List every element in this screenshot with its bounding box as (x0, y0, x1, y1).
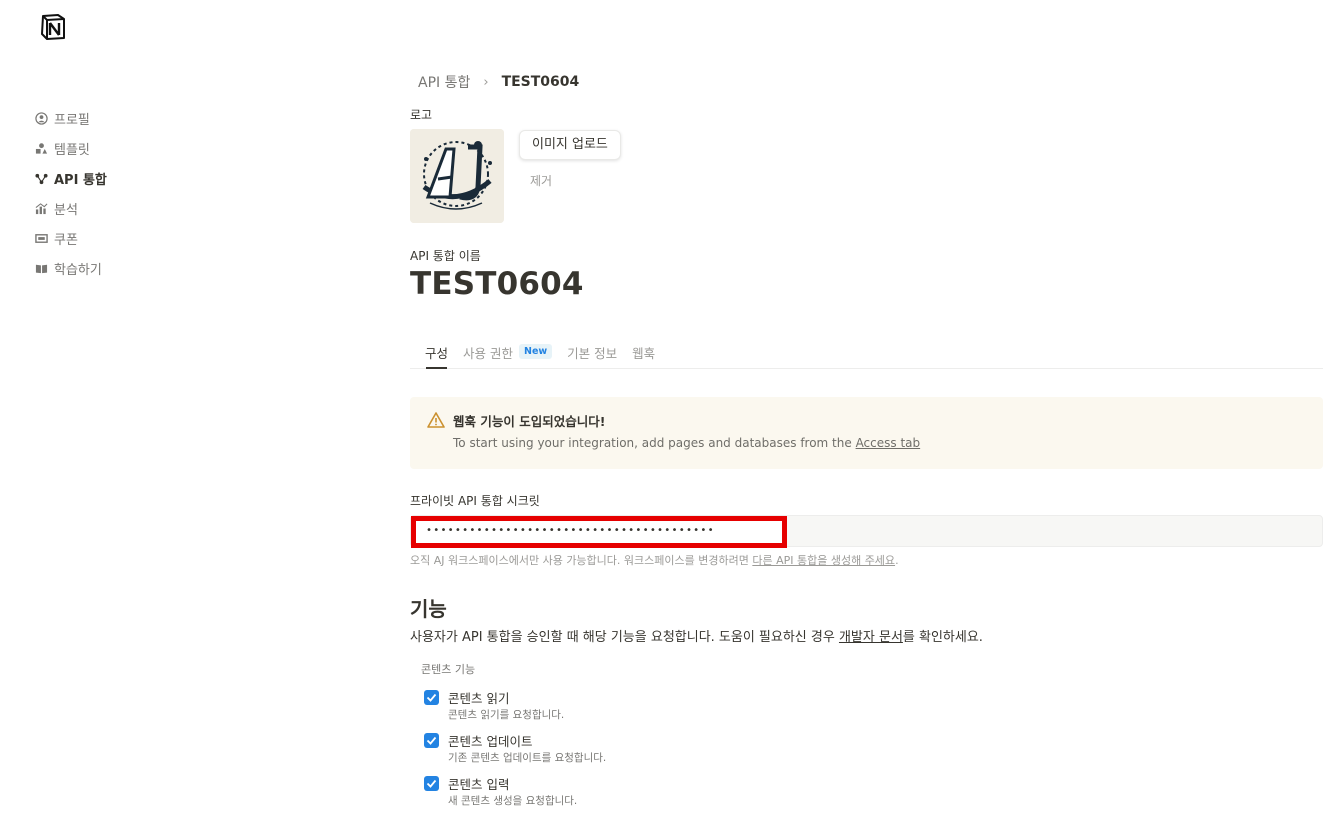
integration-name-label: API 통합 이름 (410, 249, 481, 263)
upload-image-button[interactable]: 이미지 업로드 (519, 130, 621, 160)
content-capabilities-label: 콘텐츠 기능 (421, 663, 476, 676)
tab-label: 구성 (425, 346, 449, 361)
developer-docs-link[interactable]: 개발자 문서 (839, 630, 903, 645)
tab-bar: 구성 사용 권한 New 기본 정보 웹훅 (410, 338, 1323, 369)
new-badge: New (519, 344, 553, 359)
capability-desc: 기존 콘텐츠 업데이트를 요청합니다. (448, 752, 607, 764)
capability-title: 콘텐츠 입력 (448, 777, 510, 792)
tab-label: 사용 권한 (463, 346, 513, 361)
secret-masked-value: •••••••••••••••••••••••••••••••••••••••• (426, 525, 715, 536)
sidebar-item-label: 쿠폰 (54, 232, 78, 248)
tab-configuration[interactable]: 구성 (418, 338, 455, 369)
secret-field[interactable]: •••••••••••••••••••••••••••••••••••••••• (410, 515, 1323, 548)
integration-icon (33, 170, 49, 186)
warning-icon (427, 411, 445, 429)
checkbox-insert-content[interactable] (424, 776, 439, 791)
alert-body-text: To start using your integration, add pag… (453, 436, 856, 450)
sidebar-item-profile[interactable]: 프로필 (33, 103, 233, 133)
secret-label: 프라이빗 API 통합 시크릿 (410, 494, 540, 508)
capability-desc: 새 콘텐츠 생성을 요청합니다. (448, 795, 578, 807)
remove-image-button[interactable]: 제거 (530, 172, 552, 189)
access-tab-link[interactable]: Access tab (856, 436, 921, 450)
alert-title: 웹훅 기능이 도입되었습니다! (453, 414, 606, 429)
capability-title: 콘텐츠 업데이트 (448, 734, 533, 749)
notion-logo[interactable] (40, 13, 66, 40)
breadcrumb: API 통합 › TEST0604 (418, 72, 579, 92)
sidebar-item-label: 프로필 (54, 112, 90, 128)
checkbox-read-content[interactable] (424, 690, 439, 705)
checkbox-update-content[interactable] (424, 733, 439, 748)
redaction-box: •••••••••••••••••••••••••••••••••••••••• (411, 516, 787, 548)
sidebar-item-label: API 통합 (54, 172, 107, 188)
chevron-right-icon: › (483, 74, 489, 90)
features-desc-suffix: 를 확인하세요. (902, 630, 983, 645)
features-desc-text: 사용자가 API 통합을 승인할 때 해당 기능을 요청합니다. 도움이 필요하… (410, 630, 839, 645)
secret-note-text: 오직 AJ 워크스페이스에서만 사용 가능합니다. 워크스페이스를 변경하려면 (410, 554, 753, 567)
sidebar-item-integrations[interactable]: API 통합 (33, 163, 233, 193)
breadcrumb-current: TEST0604 (501, 74, 580, 90)
features-description: 사용자가 API 통합을 승인할 때 해당 기능을 요청합니다. 도움이 필요하… (410, 626, 983, 645)
tab-access[interactable]: 사용 권한 New (456, 338, 559, 368)
sidebar-item-label: 학습하기 (54, 262, 102, 278)
sidebar-item-label: 템플릿 (54, 142, 90, 158)
sidebar-item-learn[interactable]: 학습하기 (33, 253, 233, 283)
tab-label: 기본 정보 (567, 346, 618, 361)
check-icon (426, 693, 437, 702)
tab-label: 웹훅 (632, 346, 656, 361)
tab-basic-info[interactable]: 기본 정보 (560, 338, 624, 368)
sidebar-item-analytics[interactable]: 분석 (33, 193, 233, 223)
secret-note: 오직 AJ 워크스페이스에서만 사용 가능합니다. 워크스페이스를 변경하려면 … (410, 552, 899, 568)
main-content: API 통합 › TEST0604 로고 이미지 업로드 제거 API 통합 이… (410, 0, 1323, 818)
check-icon (426, 779, 437, 788)
features-heading: 기능 (410, 597, 447, 621)
breadcrumb-parent[interactable]: API 통합 (418, 72, 470, 92)
integration-logo-image (410, 129, 504, 223)
webhook-alert: 웹훅 기능이 도입되었습니다! To start using your inte… (410, 397, 1323, 469)
sidebar: 프로필 템플릿 API 통합 분석 쿠폰 학습하기 (33, 103, 233, 283)
secret-note-suffix: . (895, 554, 899, 567)
template-icon (33, 140, 49, 156)
sidebar-item-coupons[interactable]: 쿠폰 (33, 223, 233, 253)
sidebar-item-label: 분석 (54, 202, 78, 218)
logo-label: 로고 (410, 108, 433, 122)
analytics-icon (33, 200, 49, 216)
coupon-icon (33, 230, 49, 246)
profile-icon (33, 110, 49, 126)
alert-body: To start using your integration, add pag… (453, 436, 920, 450)
check-icon (426, 736, 437, 745)
book-icon (33, 260, 49, 276)
capability-title: 콘텐츠 읽기 (448, 691, 510, 706)
tab-webhooks[interactable]: 웹훅 (625, 338, 662, 368)
page-title[interactable]: TEST0604 (410, 266, 584, 302)
capability-desc: 콘텐츠 읽기를 요청합니다. (448, 709, 565, 721)
create-integration-link[interactable]: 다른 API 통합을 생성해 주세요 (752, 554, 895, 567)
sidebar-item-templates[interactable]: 템플릿 (33, 133, 233, 163)
